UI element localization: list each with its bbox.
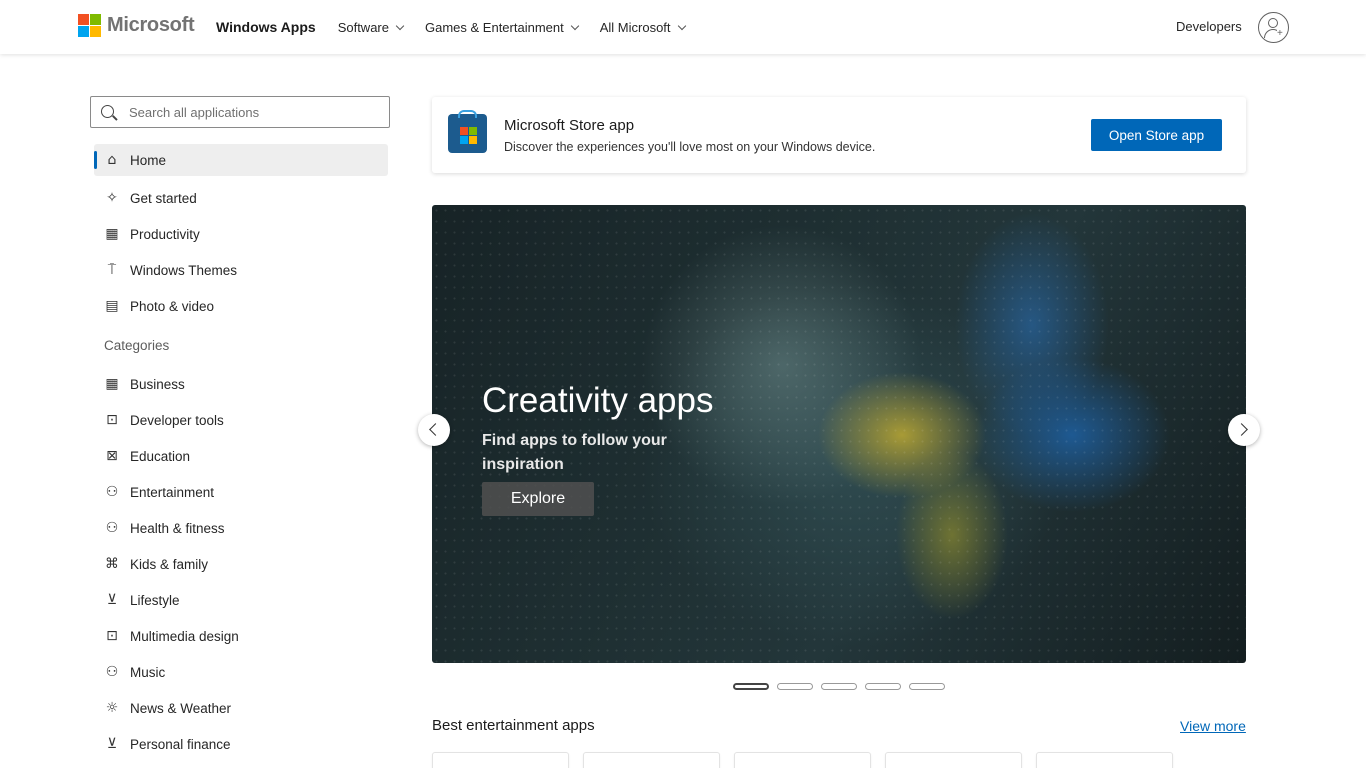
- top-header: Microsoft Windows Apps Software Games & …: [0, 0, 1366, 54]
- sidebar-item-label: Entertainment: [130, 484, 215, 500]
- paintbrush-icon: ⍑: [107, 262, 117, 278]
- sidebar-item-label: Business: [130, 376, 185, 392]
- sidebar-item-lifestyle[interactable]: ⊻ Lifestyle: [94, 582, 388, 618]
- nav-games-entertainment[interactable]: Games & Entertainment: [425, 19, 579, 35]
- app-card[interactable]: [1036, 752, 1173, 768]
- sidebar-item-personal-finance[interactable]: ⊻ Personal finance: [94, 726, 388, 762]
- store-banner-description: Discover the experiences you'll love mos…: [504, 140, 876, 154]
- app-card-row: [432, 752, 1187, 768]
- chevron-down-icon: [395, 21, 405, 30]
- carousel-dot[interactable]: [821, 683, 857, 690]
- education-icon: ⊠: [106, 448, 118, 464]
- store-banner-title: Microsoft Store app: [504, 117, 635, 134]
- cart-icon: ⊻: [106, 592, 118, 608]
- chevron-left-icon: [429, 423, 442, 436]
- search-box: [90, 96, 390, 128]
- store-app-banner: Microsoft Store app Discover the experie…: [432, 97, 1246, 173]
- finance-icon: ⊻: [106, 736, 118, 752]
- carousel-next-button[interactable]: [1228, 414, 1260, 446]
- microsoft-logo[interactable]: Microsoft: [78, 14, 195, 37]
- open-store-app-button[interactable]: Open Store app: [1091, 119, 1222, 151]
- sidebar-item-education[interactable]: ⊠ Education: [94, 438, 388, 474]
- nav-label: All Microsoft: [599, 19, 671, 35]
- sidebar-item-music[interactable]: ⚇ Music: [94, 654, 388, 690]
- home-icon: ⌂: [107, 152, 117, 168]
- view-more-link[interactable]: View more: [1180, 718, 1246, 734]
- sidebar-item-business[interactable]: ▦ Business: [94, 366, 388, 402]
- logo-text: Microsoft: [107, 14, 195, 36]
- sidebar-item-label: Lifestyle: [130, 592, 180, 608]
- sidebar-item-productivity[interactable]: ▦ Productivity: [94, 216, 388, 252]
- app-card[interactable]: [734, 752, 871, 768]
- nav-windows-apps[interactable]: Windows Apps: [216, 19, 316, 35]
- search-icon[interactable]: [101, 105, 114, 118]
- sidebar-item-windows-themes[interactable]: ⍑ Windows Themes: [94, 252, 388, 288]
- nav-all-microsoft[interactable]: All Microsoft: [599, 19, 686, 35]
- sidebar-item-label: News & Weather: [130, 700, 232, 716]
- search-input[interactable]: [129, 102, 379, 122]
- sidebar-item-label: Productivity: [130, 226, 200, 242]
- sparkle-icon: ✧: [106, 190, 118, 206]
- business-icon: ▦: [105, 376, 119, 392]
- sidebar-item-news-weather[interactable]: ☼ News & Weather: [94, 690, 388, 726]
- sidebar-item-label: Personal finance: [130, 736, 231, 752]
- sidebar-item-photo-video[interactable]: ▤ Photo & video: [94, 288, 388, 324]
- photo-icon: ▤: [105, 298, 119, 314]
- health-icon: ⚇: [105, 520, 119, 536]
- kids-icon: ⌘: [105, 556, 119, 572]
- entertainment-icon: ⚇: [105, 484, 119, 500]
- top-nav: Windows Apps Software Games & Entertainm…: [216, 0, 707, 54]
- account-icon[interactable]: +: [1258, 12, 1289, 43]
- section-title: Best entertainment apps: [432, 717, 595, 734]
- sidebar-item-label: Education: [130, 448, 191, 464]
- store-bag-icon: [448, 110, 487, 153]
- music-icon: ⚇: [105, 664, 119, 680]
- chevron-down-icon: [570, 21, 579, 30]
- developers-link[interactable]: Developers: [1176, 19, 1242, 34]
- hero-carousel[interactable]: Creativity apps Find apps to follow your…: [432, 205, 1246, 663]
- productivity-icon: ▦: [105, 226, 119, 242]
- sidebar-item-multimedia-design[interactable]: ⊡ Multimedia design: [94, 618, 388, 654]
- sidebar-nav: ⌂ Home ✧ Get started ▦ Productivity ⍑ Window…: [94, 144, 388, 762]
- sidebar-item-label: Music: [130, 664, 166, 680]
- nav-label: Windows Apps: [216, 19, 316, 35]
- sidebar-item-get-started[interactable]: ✧ Get started: [94, 180, 388, 216]
- carousel-dot[interactable]: [865, 683, 901, 690]
- sidebar-item-label: Home: [130, 152, 167, 168]
- sidebar-item-label: Multimedia design: [130, 628, 239, 644]
- categories-heading: Categories: [104, 337, 170, 353]
- carousel-pagination: [733, 683, 953, 690]
- sidebar-item-label: Photo & video: [130, 298, 215, 314]
- nav-software[interactable]: Software: [337, 19, 405, 35]
- chevron-down-icon: [677, 21, 686, 30]
- app-card[interactable]: [432, 752, 569, 768]
- carousel-prev-button[interactable]: [418, 414, 450, 446]
- nav-label: Software: [337, 19, 389, 35]
- weather-icon: ☼: [105, 700, 119, 716]
- nav-label: Games & Entertainment: [425, 19, 564, 35]
- sidebar-item-developer-tools[interactable]: ⊡ Developer tools: [94, 402, 388, 438]
- carousel-dot[interactable]: [733, 683, 769, 690]
- app-card[interactable]: [885, 752, 1022, 768]
- app-card[interactable]: [583, 752, 720, 768]
- sidebar-item-entertainment[interactable]: ⚇ Entertainment: [94, 474, 388, 510]
- sidebar-item-label: Windows Themes: [130, 262, 238, 278]
- sidebar-item-label: Kids & family: [130, 556, 209, 572]
- hero-subtitle: Find apps to follow your inspiration: [482, 432, 667, 473]
- sidebar-item-home[interactable]: ⌂ Home: [94, 144, 388, 176]
- multimedia-icon: ⊡: [106, 628, 118, 644]
- chevron-right-icon: [1235, 423, 1248, 436]
- microsoft-logo-icon: [78, 14, 101, 37]
- carousel-dot[interactable]: [777, 683, 813, 690]
- sidebar-item-label: Get started: [130, 190, 197, 206]
- explore-button[interactable]: Explore: [482, 482, 594, 516]
- sidebar-item-label: Developer tools: [130, 412, 224, 428]
- developer-icon: ⊡: [106, 412, 118, 428]
- sidebar-item-kids-family[interactable]: ⌘ Kids & family: [94, 546, 388, 582]
- sidebar-item-health-fitness[interactable]: ⚇ Health & fitness: [94, 510, 388, 546]
- sidebar-item-label: Health & fitness: [130, 520, 225, 536]
- hero-title: Creativity apps: [482, 381, 714, 420]
- carousel-dot[interactable]: [909, 683, 945, 690]
